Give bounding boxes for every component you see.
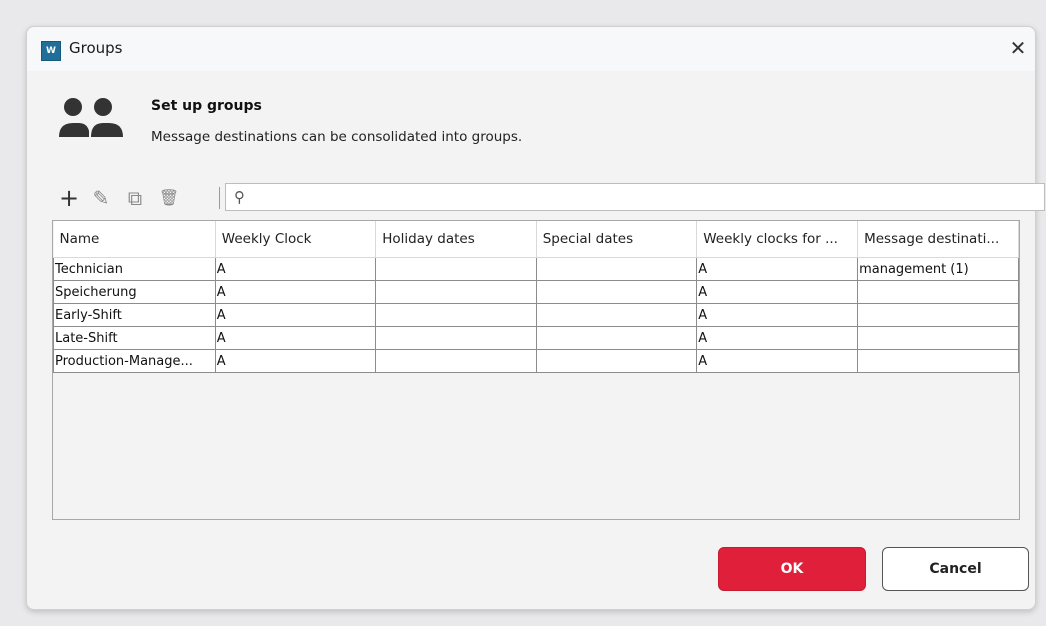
people-icon bbox=[59, 98, 123, 137]
table-cell[interactable] bbox=[535, 257, 698, 281]
table-cell[interactable]: Late-Shift bbox=[53, 326, 216, 350]
column-header[interactable]: Message destinati... bbox=[857, 221, 1019, 258]
table-cell[interactable]: A bbox=[696, 257, 859, 281]
groups-dialog: W Groups ✕ Set up groups Message destina… bbox=[26, 26, 1045, 610]
table-cell[interactable] bbox=[857, 326, 1019, 350]
toolbar: + ✎ ⧉ 🗑 ⚲ bbox=[53, 183, 1045, 213]
table-cell[interactable]: management (1) bbox=[857, 257, 1019, 281]
app-icon: W bbox=[41, 41, 61, 61]
close-icon[interactable]: ✕ bbox=[1005, 35, 1031, 61]
delete-icon[interactable]: 🗑 bbox=[157, 185, 181, 211]
table-cell[interactable]: A bbox=[214, 280, 377, 304]
groups-grid: Name Weekly Clock Holiday dates Special dat… bbox=[53, 221, 1019, 373]
column-header[interactable]: Name bbox=[53, 221, 216, 258]
table-cell[interactable]: A bbox=[214, 303, 377, 327]
toolbar-divider bbox=[219, 187, 220, 209]
table-cell[interactable]: A bbox=[696, 326, 859, 350]
search-icon: ⚲ bbox=[234, 188, 245, 206]
title-bar: W Groups ✕ bbox=[27, 27, 1035, 71]
table-cell[interactable]: Technician bbox=[53, 257, 216, 281]
table-cell[interactable] bbox=[535, 280, 698, 304]
table-cell[interactable] bbox=[535, 326, 698, 350]
table-row[interactable]: Production-Manage... A A bbox=[53, 349, 1019, 373]
table-cell[interactable]: Speicherung bbox=[53, 280, 216, 304]
table-cell[interactable]: Production-Manage... bbox=[53, 349, 216, 373]
ok-button[interactable]: OK bbox=[718, 547, 866, 591]
table-row[interactable]: Technician A Amanagement (1) bbox=[53, 257, 1019, 281]
table-cell[interactable] bbox=[857, 303, 1019, 327]
table-cell[interactable]: A bbox=[214, 257, 377, 281]
table-cell[interactable] bbox=[857, 280, 1019, 304]
header-subtitle: Message destinations can be consolidated… bbox=[151, 129, 523, 145]
search-input[interactable] bbox=[260, 187, 1024, 209]
copy-icon[interactable]: ⧉ bbox=[123, 185, 147, 211]
table-cell[interactable] bbox=[375, 257, 537, 281]
table-row[interactable]: Early-Shift A A bbox=[53, 303, 1019, 327]
table-cell[interactable] bbox=[535, 303, 698, 327]
edit-icon[interactable]: ✎ bbox=[89, 185, 113, 211]
table-row[interactable]: Speicherung A A bbox=[53, 280, 1019, 304]
table-cell[interactable]: A bbox=[696, 280, 859, 304]
table-cell[interactable] bbox=[375, 303, 537, 327]
table-body: Technician A Amanagement (1) Speicherung A A E… bbox=[53, 257, 1019, 373]
add-icon[interactable]: + bbox=[57, 185, 81, 211]
table-cell[interactable]: A bbox=[214, 326, 377, 350]
table-cell[interactable]: A bbox=[696, 349, 859, 373]
table-cell[interactable] bbox=[375, 349, 537, 373]
table-cell[interactable] bbox=[857, 349, 1019, 373]
window-title: Groups bbox=[69, 39, 123, 57]
column-header[interactable]: Special dates bbox=[536, 221, 698, 258]
table-row[interactable]: Late-Shift A A bbox=[53, 326, 1019, 350]
table-cell[interactable]: A bbox=[696, 303, 859, 327]
search-box[interactable]: ⚲ bbox=[225, 183, 1045, 211]
cancel-button[interactable]: Cancel bbox=[882, 547, 1029, 591]
table-header: Name Weekly Clock Holiday dates Special dat… bbox=[53, 221, 1019, 258]
table-cell[interactable] bbox=[375, 280, 537, 304]
groups-table: Name Weekly Clock Holiday dates Special dat… bbox=[52, 220, 1020, 520]
table-cell[interactable]: Early-Shift bbox=[53, 303, 216, 327]
column-header[interactable]: Weekly Clock bbox=[215, 221, 377, 258]
header-title: Set up groups bbox=[151, 98, 262, 114]
table-cell[interactable] bbox=[375, 326, 537, 350]
table-cell[interactable] bbox=[535, 349, 698, 373]
table-cell[interactable]: A bbox=[214, 349, 377, 373]
column-header[interactable]: Weekly clocks for ... bbox=[696, 221, 859, 258]
column-header[interactable]: Holiday dates bbox=[375, 221, 537, 258]
